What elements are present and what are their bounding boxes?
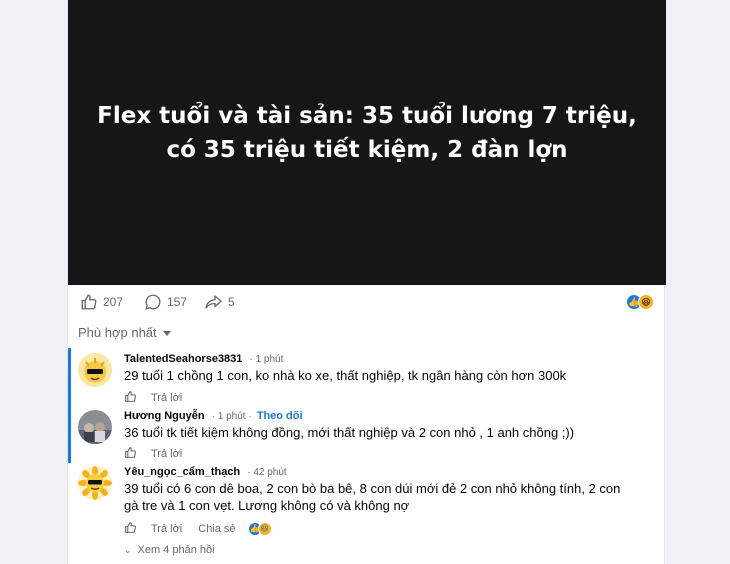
reply-button[interactable]: Trả lời xyxy=(151,523,182,535)
reaction-summary[interactable]: 👍 😆 xyxy=(626,294,654,310)
thumbs-up-icon xyxy=(81,294,97,310)
comment-author[interactable]: TalentedSeahorse3831 xyxy=(124,353,242,365)
post-card: Flex tuổi và tài sản: 35 tuổi lương 7 tr… xyxy=(67,0,666,564)
avatar[interactable] xyxy=(78,466,112,500)
comment-author[interactable]: Yêu_ngọc_cẩm_thạch xyxy=(124,466,240,478)
share-count: 5 xyxy=(228,295,235,309)
share-icon xyxy=(205,295,222,309)
comment-header: TalentedSeahorse3831 · 1 phút xyxy=(124,353,283,365)
comment-text: 36 tuổi tk tiết kiệm không đồng, mới thấ… xyxy=(124,425,575,440)
comment-reactions[interactable]: 👍 😆 xyxy=(247,522,272,536)
comment-header: Yêu_ngọc_cẩm_thạch · 42 phút xyxy=(124,466,287,478)
like-count: 207 xyxy=(103,295,124,309)
share-link[interactable]: Chia sẻ xyxy=(198,523,235,535)
haha-icon: 😆 xyxy=(257,522,272,536)
comment-time-value: 1 phút xyxy=(255,354,284,365)
post-actions-bar: 207 157 5 👍 😆 xyxy=(68,285,666,319)
haha-icon: 😆 xyxy=(638,294,654,310)
comment-text: 29 tuổi 1 chồng 1 con, ko nhà ko xe, thấ… xyxy=(124,368,567,383)
thumbs-up-icon[interactable] xyxy=(124,390,137,406)
comment-header: Hương Nguyễn · 1 phút · Theo dõi xyxy=(124,410,303,422)
comment-actions: Trả lời xyxy=(124,446,182,462)
share-button[interactable]: 5 xyxy=(204,293,235,311)
comment-time-value: 42 phút xyxy=(253,467,287,478)
comment-time-value: 1 phút xyxy=(217,411,246,422)
new-comment-indicator xyxy=(68,348,71,463)
chevron-down-icon: ⌄ xyxy=(124,544,132,555)
view-replies-label: Xem 4 phản hồi xyxy=(137,544,215,556)
comment-time: · 1 phút · xyxy=(211,411,252,422)
comment-sort-dropdown[interactable]: Phù hợp nhất xyxy=(78,325,171,340)
avatar[interactable] xyxy=(78,410,112,444)
comment-time: · 1 phút xyxy=(249,354,284,365)
avatar[interactable] xyxy=(78,353,112,387)
comment-button[interactable]: 157 xyxy=(144,293,187,311)
sort-label: Phù hợp nhất xyxy=(78,325,157,340)
comment-author[interactable]: Hương Nguyễn xyxy=(124,410,205,422)
comment-actions: Trả lời xyxy=(124,390,182,406)
reply-button[interactable]: Trả lời xyxy=(151,448,182,460)
view-replies-button[interactable]: ⌄ Xem 4 phản hồi xyxy=(124,544,215,556)
reply-button[interactable]: Trả lời xyxy=(151,392,182,404)
comment-actions: Trả lời Chia sẻ 👍 😆 xyxy=(124,521,272,537)
follow-button[interactable]: Theo dõi xyxy=(257,410,303,422)
media-title: Flex tuổi và tài sản: 35 tuổi lương 7 tr… xyxy=(97,102,637,163)
comment-text: 39 tuổi có 6 con dê boa, 2 con bò ba bê,… xyxy=(124,481,621,513)
caret-down-icon xyxy=(162,331,171,336)
thumbs-up-icon[interactable] xyxy=(124,521,137,537)
comment-count: 157 xyxy=(167,295,188,309)
like-button[interactable]: 207 xyxy=(80,293,123,311)
post-media[interactable]: Flex tuổi và tài sản: 35 tuổi lương 7 tr… xyxy=(68,0,666,285)
comment-time: · 42 phút xyxy=(247,467,287,478)
thumbs-up-icon[interactable] xyxy=(124,446,137,462)
comment-icon xyxy=(145,294,161,310)
